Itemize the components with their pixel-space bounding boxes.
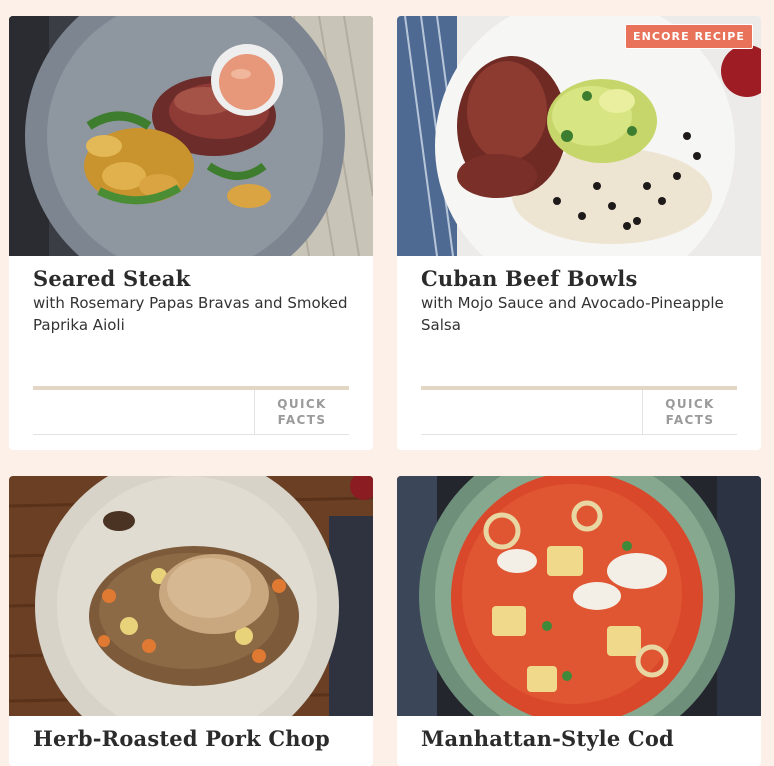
recipe-card-seared-steak[interactable]: Seared Steak with Rosemary Papas Bravas …: [9, 16, 373, 450]
quick-facts-button[interactable]: QUICK FACTS: [642, 390, 737, 434]
recipe-card-cuban-beef-bowls[interactable]: ENCORE RECIPE Cuban Beef Bowls with Mojo…: [397, 16, 761, 450]
quick-facts-label-line2: FACTS: [665, 413, 715, 427]
recipe-photo-herb-roasted-pork-chop[interactable]: [9, 476, 373, 716]
card-footer: QUICK FACTS: [33, 390, 349, 435]
recipe-title[interactable]: Manhattan-Style Cod: [421, 726, 741, 751]
recipe-subtitle: with Mojo Sauce and Avocado-Pineapple Sa…: [421, 294, 724, 334]
recipe-photo-cuban-beef-bowls[interactable]: [397, 16, 761, 256]
recipe-card-herb-roasted-pork-chop[interactable]: Herb-Roasted Pork Chop: [9, 476, 373, 766]
recipe-subtitle: with Rosemary Papas Bravas and Smoked Pa…: [33, 294, 348, 334]
recipe-photo-seared-steak[interactable]: [9, 16, 373, 256]
encore-recipe-badge: ENCORE RECIPE: [625, 24, 753, 49]
quick-facts-label-line1: QUICK: [277, 397, 327, 411]
recipe-card-manhattan-style-cod[interactable]: Manhattan-Style Cod: [397, 476, 761, 766]
card-footer: QUICK FACTS: [421, 390, 737, 435]
recipe-title[interactable]: Seared Steak: [33, 266, 353, 291]
quick-facts-label-line2: FACTS: [277, 413, 327, 427]
recipe-photo-manhattan-style-cod[interactable]: [397, 476, 761, 716]
quick-facts-button[interactable]: QUICK FACTS: [254, 390, 349, 434]
recipe-title[interactable]: Cuban Beef Bowls: [421, 266, 741, 291]
quick-facts-label-line1: QUICK: [665, 397, 715, 411]
recipe-title[interactable]: Herb-Roasted Pork Chop: [33, 726, 353, 751]
